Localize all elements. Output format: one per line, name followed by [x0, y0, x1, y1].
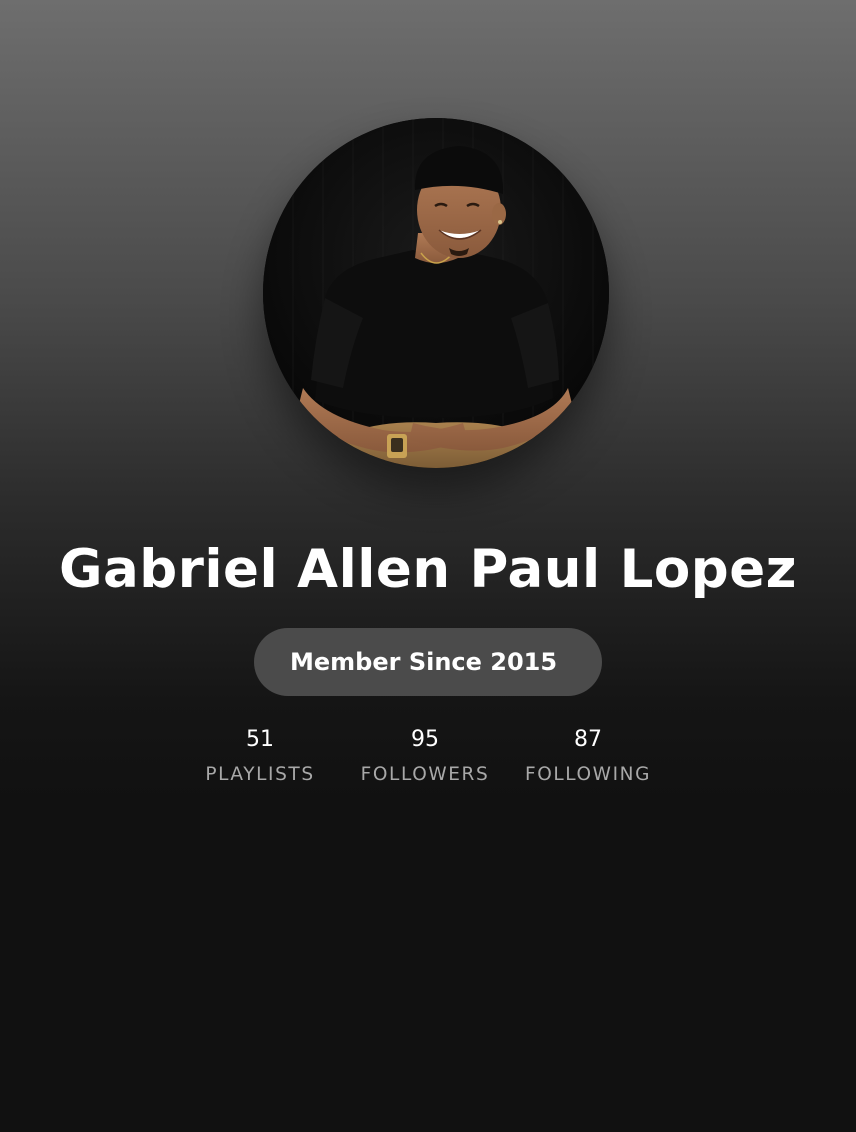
- stat-playlists[interactable]: 51 PLAYLISTS: [200, 724, 320, 789]
- followers-label: FOLLOWERS: [360, 764, 490, 785]
- following-label: FOLLOWING: [524, 764, 652, 785]
- avatar[interactable]: [263, 118, 609, 468]
- playlists-count: 51: [246, 727, 274, 752]
- stat-followers[interactable]: 95 FOLLOWERS: [352, 724, 498, 789]
- following-count: 87: [574, 727, 602, 752]
- member-since-label: Member Since 2015: [290, 648, 558, 676]
- playlists-label: PLAYLISTS: [205, 764, 315, 785]
- profile-name: Gabriel Allen Paul Lopez: [58, 539, 797, 600]
- profile-page: Gabriel Allen Paul Lopez Member Since 20…: [0, 0, 856, 1132]
- followers-count: 95: [411, 727, 439, 752]
- avatar-photo: [263, 118, 609, 468]
- stat-following[interactable]: 87 FOLLOWING: [516, 724, 660, 789]
- member-since-badge: Member Since 2015: [254, 628, 602, 696]
